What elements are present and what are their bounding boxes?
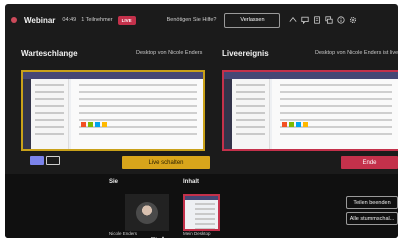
- desktop-label: Mein Desktop: [183, 231, 211, 236]
- notes-icon[interactable]: [313, 16, 321, 24]
- preview-app-rail: [224, 79, 232, 149]
- preview-title-bar: [224, 72, 398, 79]
- preview-channel-list: [31, 79, 69, 149]
- leave-button[interactable]: Verlassen: [224, 12, 281, 28]
- preview-channel-list: [232, 79, 270, 149]
- end-button[interactable]: Ende: [341, 156, 398, 169]
- recording-icon: [11, 17, 17, 23]
- split-layout-icon[interactable]: [46, 156, 60, 165]
- camera-icon[interactable]: [151, 229, 157, 238]
- presenter-name: Nicole Enders: [109, 231, 138, 236]
- preview-app-rail: [23, 79, 31, 149]
- you-label: Sie: [109, 179, 119, 185]
- single-layout-icon[interactable]: [30, 156, 44, 165]
- live-event-preview[interactable]: [222, 70, 398, 151]
- settings-icon[interactable]: [349, 16, 357, 24]
- desktop-content-tile[interactable]: [183, 194, 220, 231]
- chat-icon[interactable]: [301, 16, 310, 24]
- live-event-subtitle: Desktop von Nicole Enders ist live: [315, 50, 398, 56]
- qna-icon[interactable]: [325, 16, 334, 24]
- preview-logo: [81, 122, 107, 127]
- live-badge: LIVE: [117, 15, 136, 25]
- layout-selector: [30, 156, 60, 165]
- top-bar: Webinar 04:49 1 Teilnehmer LIVE Benötige…: [5, 4, 398, 36]
- participant-count: 1 Teilnehmer: [81, 17, 113, 23]
- presenter-camera-tile[interactable]: [125, 194, 169, 231]
- avatar: [136, 201, 158, 224]
- stop-sharing-button[interactable]: Teilen beenden: [346, 196, 398, 209]
- preview-conversation: [71, 79, 203, 149]
- event-title: Webinar: [24, 15, 56, 25]
- help-link[interactable]: Benötigen Sie Hilfe?: [167, 17, 217, 23]
- mute-all-button[interactable]: Alle stummschal...: [346, 212, 398, 225]
- preview-conversation: [272, 79, 398, 149]
- live-event-window: Webinar 04:49 1 Teilnehmer LIVE Benötige…: [5, 4, 398, 238]
- live-event-title: Liveereignis: [222, 49, 269, 58]
- queue-preview[interactable]: [21, 70, 205, 151]
- preview-title-bar: [23, 72, 203, 79]
- elapsed-time: 04:49: [62, 17, 77, 23]
- info-icon[interactable]: [337, 16, 346, 24]
- microphone-icon[interactable]: [160, 229, 166, 238]
- queue-title: Warteschlange: [21, 49, 78, 58]
- reactions-icon[interactable]: [289, 16, 297, 24]
- preview-logo: [282, 122, 308, 127]
- sources-bar: Sie Inhalt Nicole Enders Mein Desktop Te…: [5, 174, 398, 238]
- content-label: Inhalt: [183, 179, 199, 185]
- go-live-button[interactable]: Live schalten: [122, 156, 210, 169]
- queue-subtitle: Desktop von Nicole Enders: [136, 50, 203, 56]
